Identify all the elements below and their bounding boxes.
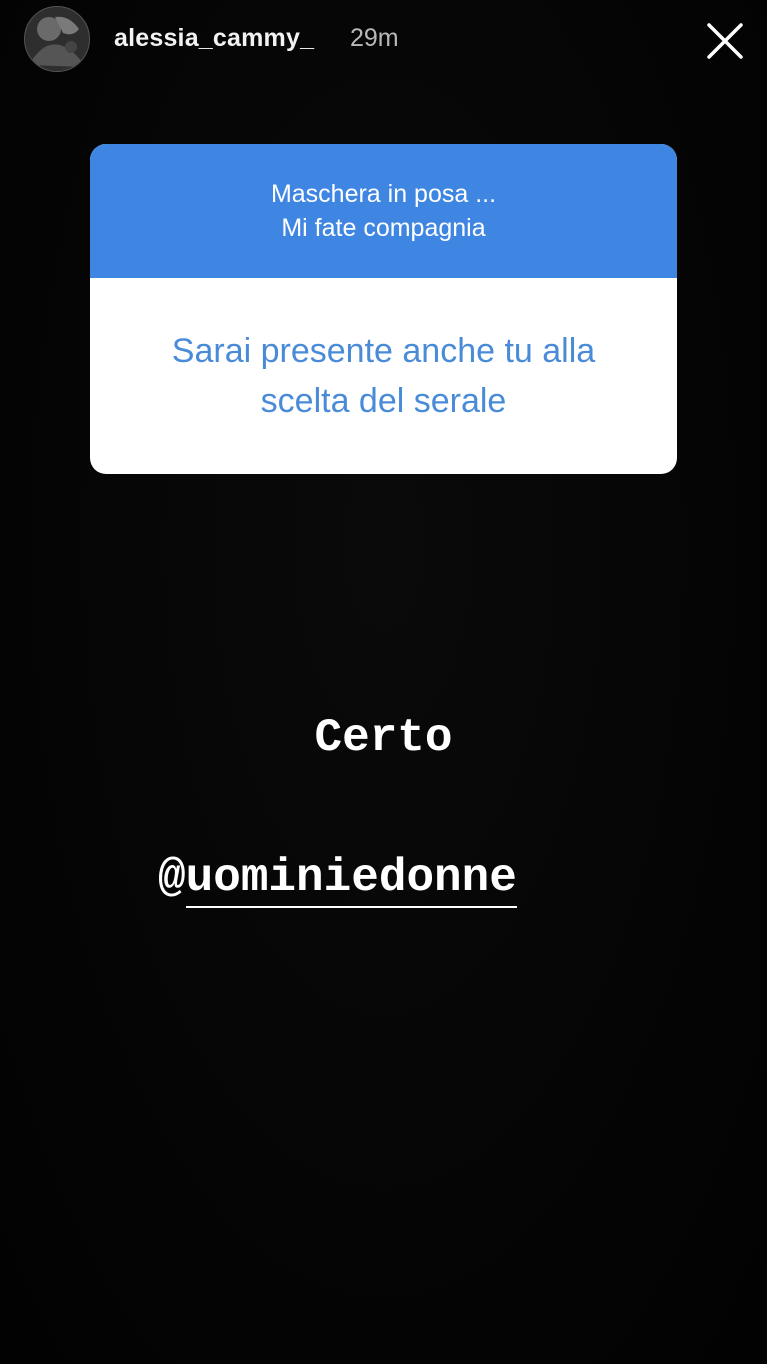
mention-handle: uominiedonne [185,852,517,908]
avatar[interactable] [24,6,90,72]
question-sticker: Maschera in posa ... Mi fate compagnia S… [90,144,677,474]
avatar-image [25,7,89,71]
sticker-prompt-line-2: Mi fate compagnia [281,214,486,242]
close-button[interactable] [700,16,750,66]
question-sticker-header: Maschera in posa ... Mi fate compagnia [90,144,677,278]
mention-tag[interactable]: @uominiedonne [158,852,517,908]
question-sticker-body: Sarai presente anche tu alla scelta del … [90,278,677,474]
username[interactable]: alessia_cammy_ [114,24,314,53]
answer-text: Certo [314,712,453,764]
question-text: Sarai presente anche tu alla scelta del … [171,332,596,420]
close-icon [707,23,743,59]
mention-at-symbol: @ [158,852,186,904]
sticker-prompt-line-1: Maschera in posa ... [270,180,497,208]
story-header: alessia_cammy_ 29m [0,0,767,80]
story-timestamp: 29m [350,24,399,52]
